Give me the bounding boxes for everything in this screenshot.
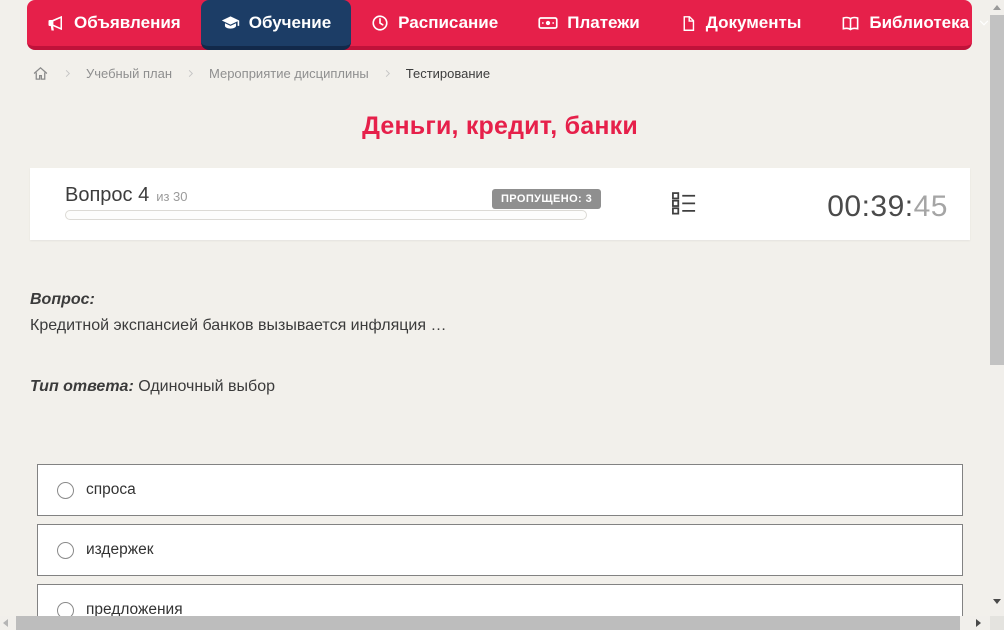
breadcrumb-testing: Тестирование: [405, 65, 491, 81]
radio-button[interactable]: [57, 541, 74, 559]
question-status-panel: Вопрос 4 из 30 ПРОПУЩЕНО: 3 00:39:45: [30, 168, 970, 240]
nav-item-label: Обучение: [248, 13, 332, 32]
nav-item-label: Объявления: [74, 13, 181, 32]
question-text: Кредитной экспансией банков вызывается и…: [30, 317, 447, 334]
chevron-right-icon: [382, 68, 393, 79]
home-icon[interactable]: [32, 65, 49, 82]
breadcrumb: Учебный план Мероприятие дисциплины Тест…: [32, 62, 490, 84]
question-number: Вопрос 4: [65, 184, 150, 206]
clock-icon: [371, 14, 389, 32]
question-total: из 30: [156, 189, 188, 204]
timer-seconds: 45: [913, 190, 948, 223]
question-list-button[interactable]: [670, 189, 700, 219]
breadcrumb-study-plan[interactable]: Учебный план: [86, 66, 172, 81]
breadcrumb-discipline-event[interactable]: Мероприятие дисциплины: [209, 66, 369, 81]
scroll-up-arrow-icon[interactable]: [993, 5, 1001, 10]
radio-button[interactable]: [57, 481, 74, 499]
timer-hours-minutes: 00:39:: [827, 190, 914, 223]
answer-option-2[interactable]: издержек: [37, 524, 963, 576]
main-nav: Объявления Обучение Расписание Платежи Д…: [27, 0, 989, 50]
nav-item-documents[interactable]: Документы: [660, 0, 822, 46]
chevron-right-icon: [62, 68, 73, 79]
horizontal-scrollbar[interactable]: [0, 616, 990, 630]
page-title: Деньги, кредит, банки: [362, 112, 638, 140]
horizontal-scrollbar-thumb[interactable]: [16, 616, 960, 630]
nav-item-learning[interactable]: Обучение: [200, 0, 352, 50]
answer-type: Тип ответа: Одиночный выбор: [30, 378, 275, 396]
nav-item-label: Библиотека: [869, 13, 970, 32]
scrollbar-corner: [990, 616, 1004, 630]
answer-type-label: Тип ответа:: [30, 378, 134, 395]
progress-bar: [65, 210, 587, 220]
nav-item-announcements[interactable]: Объявления: [27, 0, 201, 46]
question-counter: Вопрос 4 из 30: [65, 184, 188, 207]
banknote-icon: [538, 13, 558, 33]
vertical-scrollbar-thumb[interactable]: [990, 15, 1004, 365]
answer-option-label: издержек: [86, 541, 154, 558]
chevron-down-icon: [978, 17, 990, 29]
document-icon: [680, 15, 697, 32]
page: Объявления Обучение Расписание Платежи Д…: [0, 0, 1004, 630]
graduation-cap-icon: [221, 14, 240, 33]
answer-type-value: Одиночный выбор: [138, 378, 275, 395]
nav-item-label: Платежи: [567, 13, 640, 32]
vertical-scrollbar[interactable]: [990, 0, 1004, 616]
megaphone-icon: [47, 14, 65, 32]
nav-item-schedule[interactable]: Расписание: [351, 0, 518, 46]
nav-item-label: Документы: [705, 13, 802, 32]
nav-item-payments[interactable]: Платежи: [518, 0, 660, 46]
answer-options: спроса издержек предложения: [37, 464, 963, 630]
scroll-right-arrow-icon[interactable]: [976, 619, 981, 627]
question-prompt-label: Вопрос:: [30, 291, 95, 308]
chevron-right-icon: [185, 68, 196, 79]
skipped-badge: ПРОПУЩЕНО: 3: [492, 189, 602, 209]
nav-item-label: Расписание: [398, 13, 499, 32]
answer-option-1[interactable]: спроса: [37, 464, 963, 516]
timer: 00:39:45: [827, 190, 948, 224]
book-icon: [841, 14, 860, 33]
nav-item-library[interactable]: Библиотека: [821, 0, 1004, 46]
scroll-left-arrow-icon[interactable]: [3, 619, 8, 627]
question-list-icon: [670, 192, 698, 221]
answer-option-label: спроса: [86, 481, 136, 498]
scroll-down-arrow-icon[interactable]: [993, 599, 1001, 604]
